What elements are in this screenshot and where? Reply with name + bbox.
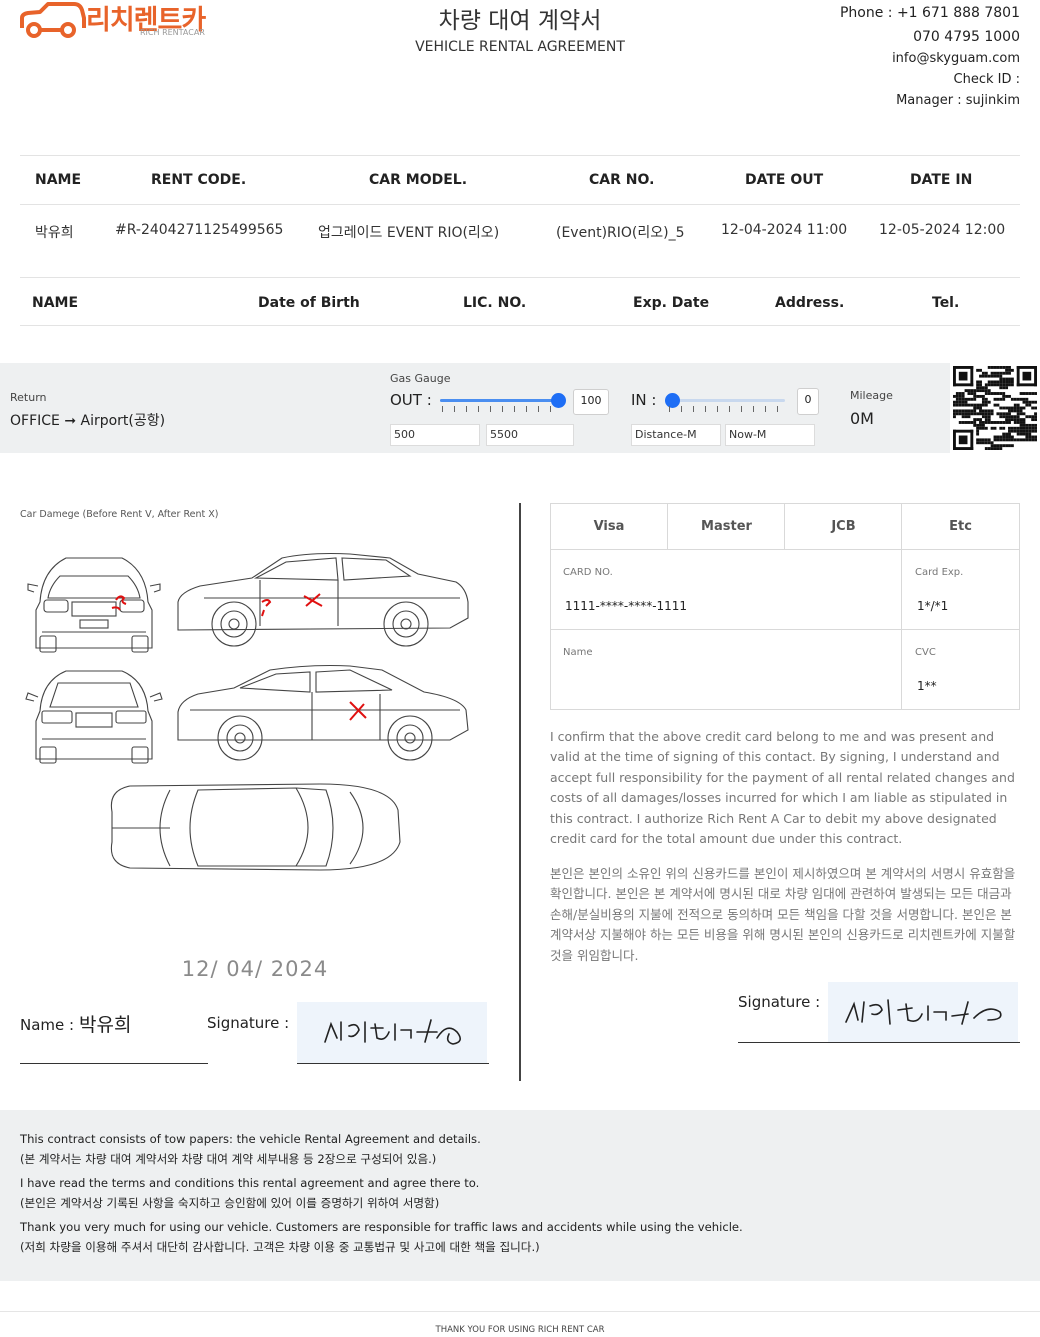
- car-front-view-icon: [27, 557, 161, 653]
- out-gas-value[interactable]: 100: [573, 389, 609, 415]
- signature-image: [324, 1019, 461, 1045]
- car-damage-diagram: [25, 552, 469, 871]
- return-label: Return: [10, 391, 47, 404]
- terms-line-3: Thank you very much for using our vehicl…: [20, 1220, 743, 1234]
- cell-name: 박유희: [35, 225, 74, 241]
- cvc-value: 1**: [917, 679, 937, 693]
- gas-gauge-label: Gas Gauge: [390, 372, 451, 385]
- check-id: Check ID :: [953, 72, 1020, 87]
- card-brand-etc[interactable]: Etc: [902, 519, 1019, 534]
- col-header-address: Address.: [775, 295, 845, 311]
- col-header-license: LIC. NO.: [463, 295, 527, 311]
- terms-line-3-ko: (저희 차량을 이용해 주셔서 대단히 감사합니다. 고객은 차량 이용 중 교…: [20, 1240, 540, 1254]
- signature-pad[interactable]: [297, 1002, 487, 1063]
- vertical-divider: [519, 503, 521, 1081]
- card-confirm-korean: 본인은 본인의 소유인 위의 신용카드를 본인이 제시하였으며 본 계약서의 서…: [550, 866, 1016, 963]
- car-side-view-left-icon: [177, 664, 469, 761]
- divider: [20, 325, 1020, 326]
- thank-you-note: THANK YOU FOR USING RICH RENT CAR: [435, 1325, 605, 1335]
- phone-secondary: 070 4795 1000: [913, 29, 1020, 45]
- card-signature-pad[interactable]: [828, 982, 1018, 1042]
- out-gas-slider[interactable]: [440, 392, 566, 416]
- in-label: IN :: [631, 391, 657, 409]
- damage-mark-before: [261, 609, 265, 617]
- return-route: OFFICE ➞ Airport(공항): [10, 413, 166, 429]
- col-header-name: NAME: [35, 172, 82, 188]
- col-header-date-out: DATE OUT: [745, 172, 824, 188]
- car-top-view-icon: [110, 783, 401, 871]
- card-signature-label: Signature :: [738, 993, 821, 1011]
- cell-car-no: (Event)RIO(리오)_5: [556, 225, 685, 241]
- card-exp-value: 1*/*1: [917, 599, 949, 613]
- card-exp-label: Card Exp.: [915, 567, 964, 578]
- card-no-value: 1111-****-****-1111: [565, 599, 688, 613]
- terms-line-2: I have read the terms and conditions thi…: [20, 1176, 480, 1190]
- divider: [20, 204, 1020, 205]
- in-gas-slider[interactable]: [665, 392, 789, 416]
- col-header-driver-name: NAME: [32, 295, 79, 311]
- damage-mark-after: [349, 701, 367, 721]
- mileage-value: 0M: [850, 409, 874, 428]
- out-box-2[interactable]: 5500: [486, 424, 574, 446]
- col-header-rent-code: RENT CODE.: [151, 172, 247, 188]
- col-header-car-no: CAR NO.: [589, 172, 655, 188]
- mileage-label: Mileage: [850, 389, 893, 402]
- in-box-distance[interactable]: Distance-M: [631, 424, 721, 446]
- customer-name: 박유희: [79, 1014, 132, 1036]
- col-header-date-in: DATE IN: [910, 172, 973, 188]
- cvc-label: CVC: [915, 647, 936, 658]
- card-signature-image: [845, 999, 1002, 1025]
- title-english: VEHICLE RENTAL AGREEMENT: [415, 39, 625, 55]
- car-side-view-right-icon: [177, 552, 469, 647]
- cell-date-out: 12-04-2024 11:00: [721, 222, 848, 238]
- out-slider-fill: [440, 399, 559, 402]
- email: info@skyguam.com: [892, 51, 1020, 66]
- terms-line-2-ko: (본인은 계약서상 기록된 사항을 숙지하고 승인함에 있어 이를 증명하기 위…: [20, 1196, 440, 1210]
- divider: [20, 155, 1020, 156]
- card-confirm-english: I confirm that the above credit card bel…: [550, 729, 1015, 847]
- card-name-label: Name: [563, 647, 593, 658]
- car-rear-view-icon: [25, 670, 163, 764]
- card-brand-jcb[interactable]: JCB: [785, 519, 902, 534]
- qr-code-icon: [953, 366, 1037, 450]
- card-brand-master[interactable]: Master: [668, 519, 785, 534]
- divider: [20, 277, 1020, 278]
- damage-caption: Car Damege (Before Rent V, After Rent X): [20, 509, 219, 520]
- name-label: Name :: [20, 1016, 75, 1034]
- cell-car-model: 업그레이드 EVENT RIO(리오): [318, 225, 500, 241]
- phone: Phone : +1 671 888 7801: [839, 5, 1020, 21]
- damage-mark-before: [261, 599, 272, 607]
- damage-marks: [111, 593, 367, 721]
- terms-line-1: This contract consists of tow papers: th…: [20, 1132, 481, 1146]
- card-brand-visa[interactable]: Visa: [551, 519, 667, 534]
- col-header-car-model: CAR MODEL.: [369, 172, 468, 188]
- in-box-now[interactable]: Now-M: [725, 424, 815, 446]
- damage-mark-after: [303, 593, 323, 607]
- terms-line-1-ko: (본 계약서는 차량 대여 계약서와 차량 대여 계약 세부내용 등 2장으로 …: [20, 1152, 437, 1166]
- out-label: OUT :: [390, 391, 432, 409]
- damage-date: 12/ 04/ 2024: [181, 957, 329, 981]
- col-header-tel: Tel.: [932, 295, 960, 311]
- cell-date-in: 12-05-2024 12:00: [879, 222, 1006, 238]
- out-box-1[interactable]: 500: [390, 424, 480, 446]
- col-header-dob: Date of Birth: [258, 295, 360, 311]
- card-no-label: CARD NO.: [563, 567, 613, 578]
- in-gas-value[interactable]: 0: [797, 388, 819, 415]
- cell-rent-code: #R-2404271125499565: [115, 222, 284, 238]
- manager: Manager : sujinkim: [896, 93, 1020, 108]
- signature-label: Signature :: [207, 1014, 290, 1032]
- col-header-exp-date: Exp. Date: [633, 295, 710, 311]
